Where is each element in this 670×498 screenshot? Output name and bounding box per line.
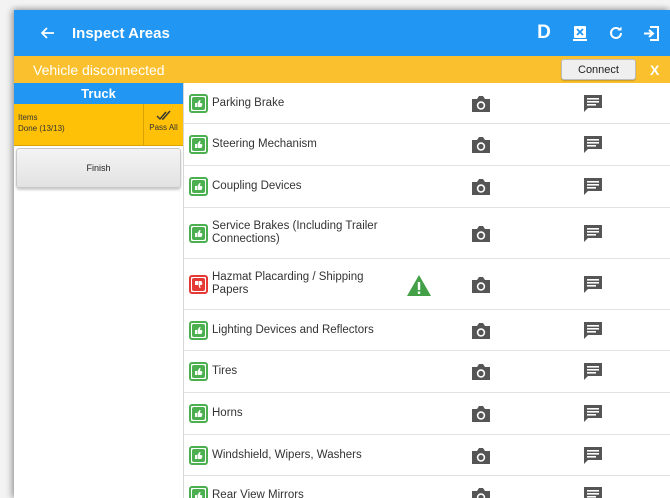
comment-icon[interactable] <box>582 486 604 498</box>
app-bar-actions: D <box>526 10 670 56</box>
pass-all-button[interactable]: Pass All <box>143 104 183 145</box>
list-item[interactable]: Tires <box>184 351 670 393</box>
list-item-label: Steering Mechanism <box>212 138 317 150</box>
export-icon[interactable] <box>562 10 598 56</box>
comment-icon[interactable] <box>582 177 604 197</box>
thumbs-up-icon[interactable] <box>189 135 208 154</box>
screen-background: Inspect Areas D Vehicle disconnected Con… <box>0 0 670 498</box>
list-item-label: Tires <box>212 365 238 377</box>
thumb-inner <box>192 180 205 193</box>
app-bar: Inspect Areas D <box>14 10 670 56</box>
camera-icon[interactable] <box>470 136 492 154</box>
list-item[interactable]: Steering Mechanism <box>184 124 670 166</box>
items-summary[interactable]: Items Done (13/13) Pass All <box>14 104 183 146</box>
items-status: Done (13/13) <box>18 124 65 133</box>
thumbs-up-icon[interactable] <box>189 486 208 498</box>
comment-icon[interactable] <box>582 275 604 295</box>
thumbs-up-icon[interactable] <box>189 404 208 423</box>
list-item[interactable]: Horns <box>184 393 670 435</box>
camera-icon[interactable] <box>470 225 492 243</box>
list-item-label: Horns <box>212 407 243 419</box>
comment-icon[interactable] <box>582 321 604 341</box>
camera-icon[interactable] <box>470 276 492 294</box>
thumb-inner <box>192 448 205 462</box>
thumbs-down-icon[interactable] <box>189 274 208 294</box>
page-title: Inspect Areas <box>72 24 170 42</box>
thumb-inner <box>192 365 205 378</box>
list-item-label: Rear View Mirrors <box>212 489 304 498</box>
app-window: Inspect Areas D Vehicle disconnected Con… <box>14 10 670 498</box>
thumbs-up-icon[interactable] <box>189 177 208 196</box>
driver-button[interactable]: D <box>526 10 562 56</box>
camera-icon[interactable] <box>470 447 492 465</box>
truck-header: Truck <box>14 83 183 104</box>
list-item[interactable]: Windshield, Wipers, Washers <box>184 435 670 476</box>
camera-icon[interactable] <box>470 405 492 423</box>
thumb-inner <box>192 138 205 151</box>
camera-icon[interactable] <box>470 363 492 381</box>
list-item[interactable]: Lighting Devices and Reflectors <box>184 310 670 351</box>
comment-icon[interactable] <box>582 224 604 244</box>
comment-icon[interactable] <box>582 94 604 114</box>
banner-close-button[interactable]: X <box>650 62 670 78</box>
list-item-label: Service Brakes (Including Trailer Connec… <box>212 219 378 245</box>
finish-button[interactable]: Finish <box>16 148 181 188</box>
inspection-list: Parking Brake Steering Mechanism Coupling … <box>184 83 670 498</box>
camera-icon[interactable] <box>470 178 492 196</box>
comment-icon[interactable] <box>582 135 604 155</box>
thumb-inner <box>192 226 205 240</box>
back-arrow-icon[interactable] <box>32 10 64 56</box>
pass-all-label: Pass All <box>149 123 178 132</box>
thumb-inner <box>192 277 205 291</box>
list-item[interactable]: Parking Brake <box>184 83 670 124</box>
items-label: Items <box>18 113 38 122</box>
comment-icon[interactable] <box>582 362 604 382</box>
list-item[interactable]: Hazmat Placarding / Shipping Papers <box>184 259 670 310</box>
list-item[interactable]: Rear View Mirrors <box>184 476 670 498</box>
thumbs-up-icon[interactable] <box>189 93 208 113</box>
thumbs-up-icon[interactable] <box>189 445 208 465</box>
list-item-label: Lighting Devices and Reflectors <box>212 323 374 336</box>
thumbs-up-icon[interactable] <box>189 320 208 340</box>
list-item-label: Coupling Devices <box>212 180 302 192</box>
thumbs-up-icon[interactable] <box>189 223 208 243</box>
connect-button[interactable]: Connect <box>561 59 636 80</box>
camera-icon[interactable] <box>470 322 492 340</box>
items-info: Items Done (13/13) <box>14 104 143 145</box>
logout-icon[interactable] <box>634 10 670 56</box>
refresh-icon[interactable] <box>598 10 634 56</box>
comment-icon[interactable] <box>582 404 604 424</box>
connection-banner: Vehicle disconnected Connect X <box>14 56 670 83</box>
list-item-label: Parking Brake <box>212 96 285 109</box>
thumb-inner <box>192 323 205 337</box>
banner-message: Vehicle disconnected <box>33 61 165 78</box>
thumbs-up-icon[interactable] <box>189 362 208 381</box>
list-item[interactable]: Service Brakes (Including Trailer Connec… <box>184 208 670 259</box>
camera-icon[interactable] <box>470 487 492 498</box>
list-item-label: Windshield, Wipers, Washers <box>212 448 362 461</box>
warning-icon[interactable] <box>406 274 432 297</box>
list-item-label: Hazmat Placarding / Shipping Papers <box>212 270 364 296</box>
list-item[interactable]: Coupling Devices <box>184 166 670 208</box>
thumb-inner <box>192 489 205 498</box>
camera-icon[interactable] <box>470 95 492 113</box>
thumb-inner <box>192 407 205 420</box>
sidebar: Truck Items Done (13/13) Pass All Finish <box>14 83 184 498</box>
comment-icon[interactable] <box>582 446 604 466</box>
thumb-inner <box>192 96 205 110</box>
double-check-icon <box>156 110 171 121</box>
